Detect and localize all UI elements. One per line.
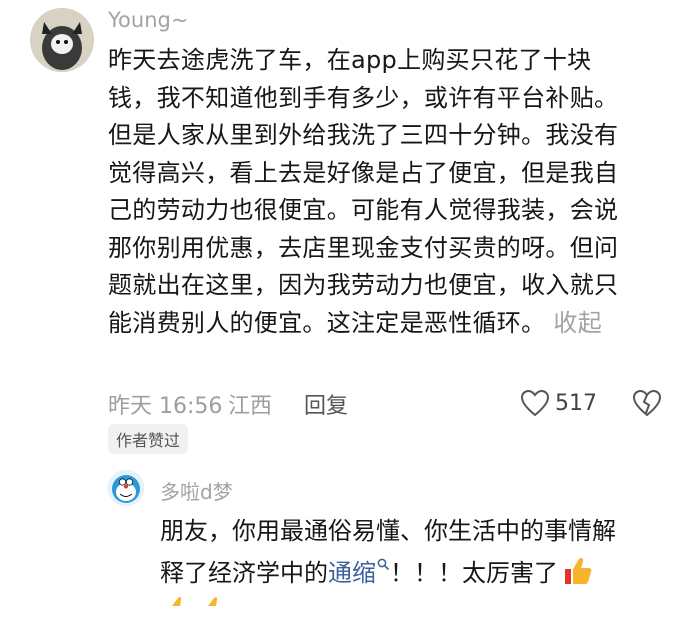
comment-username[interactable]: Young~ xyxy=(108,8,188,32)
comment-line: 己的劳动力也很便宜。可能有人觉得我装，会说 xyxy=(108,196,619,224)
comment-location: 江西 xyxy=(228,394,273,419)
emoji-row xyxy=(168,596,238,620)
comment-line: 钱，我不知道他到手有多少，或许有平台补贴。 xyxy=(108,83,619,112)
reply-line: 朋友，你用最通俗易懂、你生活中的事情解 xyxy=(160,517,616,545)
comment-line: 但是人家从里到外给我洗了三四十分钟。我没有 xyxy=(108,121,619,149)
reply-username[interactable]: 多啦d梦 xyxy=(160,476,233,505)
reply-text: 朋友，你用最通俗易懂、你生活中的事情解 释了经济学中的通缩 ！！！太厉害了 xyxy=(160,510,670,594)
reply-text-segment: 释了经济学中的 xyxy=(160,559,328,587)
broken-heart-icon[interactable] xyxy=(632,389,662,421)
comment-time: 昨天 16:56 xyxy=(108,394,223,419)
comment-line: 昨天去途虎洗了车，在app上购买只花了十块 xyxy=(108,46,592,74)
reply-text-segment: ！！！太厉害了 xyxy=(390,559,558,587)
like-count: 517 xyxy=(555,391,597,416)
reply-avatar[interactable] xyxy=(108,470,144,506)
reply-button[interactable]: 回复 xyxy=(304,388,348,420)
comment-line: 觉得高兴，看上去是好像是占了便宜，但是我自 xyxy=(108,158,619,187)
author-liked-badge: 作者赞过 xyxy=(108,424,189,454)
heart-outline-icon[interactable] xyxy=(520,389,550,421)
comment-line: 题就出在这里，因为我劳动力也便宜，收入就只 xyxy=(108,271,619,299)
comment-line: 那你别用优惠，去店里现金支付买贵的呀。但问 xyxy=(108,233,619,262)
reply-line: 释了经济学中的通缩 ！！！太厉害了 xyxy=(160,552,670,594)
search-icon xyxy=(377,558,390,571)
keyword-link[interactable]: 通缩 xyxy=(328,558,390,587)
comment-text: 昨天去途虎洗了车，在app上购买只花了十块 钱，我不知道他到手有多少，或许有平台… xyxy=(108,42,668,342)
keyword-link-text[interactable]: 通缩 xyxy=(328,559,376,587)
comment-line-last: 能消费别人的便宜。这注定是恶性循环。 收起 xyxy=(108,305,668,343)
collapse-button[interactable]: 收起 xyxy=(553,309,602,337)
comment-line: 能消费别人的便宜。这注定是恶性循环。 xyxy=(108,308,546,337)
thumbs-up-emoji xyxy=(172,597,218,606)
user-avatar[interactable] xyxy=(30,8,94,72)
thumbs-up-emoji xyxy=(565,558,592,584)
